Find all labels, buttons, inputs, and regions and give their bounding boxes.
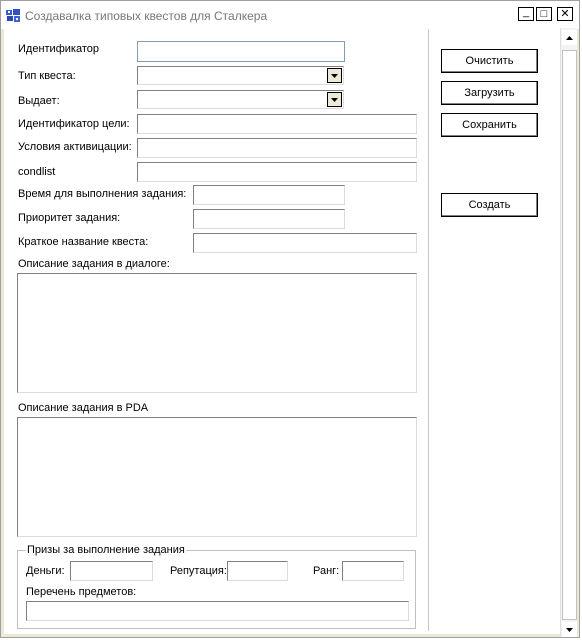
clear-button[interactable]: Очистить bbox=[441, 49, 538, 73]
chevron-down-icon[interactable] bbox=[327, 68, 342, 83]
create-button[interactable]: Создать bbox=[441, 193, 538, 217]
pda-desc-textarea[interactable] bbox=[17, 417, 417, 537]
maximize-button[interactable]: □ bbox=[536, 7, 552, 21]
priority-label: Приоритет задания: bbox=[18, 212, 121, 224]
activation-input[interactable] bbox=[137, 138, 417, 158]
identifier-input[interactable] bbox=[137, 41, 345, 62]
vertical-scrollbar[interactable] bbox=[560, 28, 577, 637]
window-title: Создавалка типовых квестов для Сталкера bbox=[25, 9, 268, 23]
short-name-label: Краткое название квеста: bbox=[18, 236, 149, 248]
issuer-label: Выдает: bbox=[18, 95, 60, 107]
scrollbar-thumb[interactable] bbox=[562, 50, 577, 620]
activation-label: Условия активицации: bbox=[18, 141, 132, 153]
items-label: Перечень предметов: bbox=[26, 586, 137, 598]
short-name-input[interactable] bbox=[193, 233, 417, 253]
time-input[interactable] bbox=[193, 185, 345, 205]
minimize-icon: _ bbox=[522, 5, 530, 18]
minimize-button[interactable]: _ bbox=[518, 5, 534, 21]
maximize-icon: □ bbox=[540, 7, 548, 20]
pda-desc-label: Описание задания в PDA bbox=[18, 402, 149, 414]
reputation-label: Репутация: bbox=[170, 565, 227, 577]
rank-input[interactable] bbox=[342, 561, 404, 581]
arrow-up-icon[interactable] bbox=[562, 30, 577, 45]
rewards-group-label: Призы за выполнение задания bbox=[26, 544, 186, 556]
issuer-select[interactable] bbox=[137, 90, 344, 109]
dialog-desc-textarea[interactable] bbox=[17, 273, 417, 393]
save-button[interactable]: Сохранить bbox=[441, 113, 538, 137]
items-input[interactable] bbox=[26, 601, 409, 621]
target-id-input[interactable] bbox=[137, 114, 417, 134]
close-icon: ✕ bbox=[560, 7, 570, 20]
load-button[interactable]: Загрузить bbox=[441, 81, 538, 105]
quest-type-select[interactable] bbox=[137, 66, 344, 85]
chevron-down-icon[interactable] bbox=[327, 92, 342, 107]
condlist-label: condlist bbox=[18, 166, 56, 178]
rank-label: Ранг: bbox=[313, 565, 340, 577]
close-button[interactable]: ✕ bbox=[557, 7, 573, 21]
reputation-input[interactable] bbox=[227, 561, 288, 581]
title-bar[interactable]: Создавалка типовых квестов для Сталкера … bbox=[1, 1, 579, 29]
time-label: Время для выполнения задания: bbox=[18, 188, 187, 200]
money-input[interactable] bbox=[70, 561, 153, 581]
identifier-label: Идентификатор bbox=[18, 43, 99, 55]
target-id-label: Идентификатор цели: bbox=[18, 118, 130, 130]
money-label: Деньги: bbox=[26, 565, 65, 577]
quest-type-label: Тип квеста: bbox=[18, 70, 76, 82]
dialog-desc-label: Описание задания в диалоге: bbox=[18, 258, 170, 270]
priority-input[interactable] bbox=[193, 209, 345, 229]
arrow-down-icon[interactable] bbox=[562, 622, 577, 637]
condlist-input[interactable] bbox=[137, 162, 417, 182]
app-icon bbox=[6, 9, 20, 22]
